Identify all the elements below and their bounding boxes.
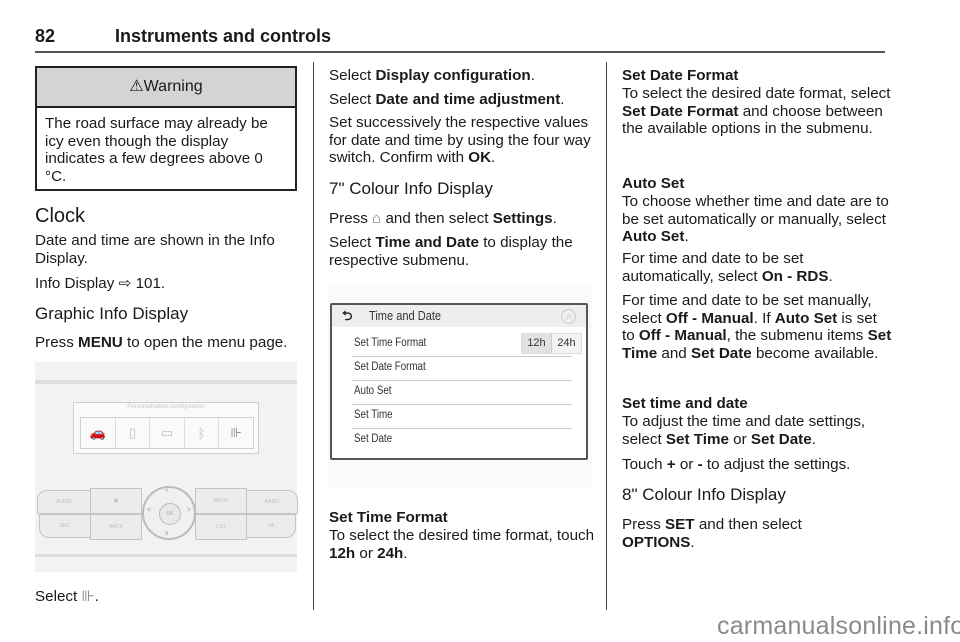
info-display-reference: Info Display ⇨ 101.: [35, 275, 166, 292]
select-date-time-text: Select Date and time adjustment.: [329, 91, 565, 108]
clock-text: Date and time are shown in the Info Disp…: [35, 232, 275, 267]
section-title: Instruments and controls: [115, 26, 332, 46]
format-24h-option: 24h: [552, 334, 581, 353]
set-time-format-heading: Set Time Format: [329, 509, 448, 526]
bluetooth-icon: ᛒ: [185, 418, 220, 448]
menu-row-set-date: Set Date: [354, 433, 393, 445]
warning-header: ⚠Warning: [37, 68, 295, 108]
config-sliders-icon: ⊪: [81, 588, 95, 605]
page-reference-arrow-icon: ⇨: [118, 275, 132, 292]
ok-button: OK: [159, 503, 181, 525]
colour-info-8-heading: 8" Colour Info Display: [622, 485, 786, 504]
left-arrow-icon: <: [147, 507, 152, 514]
panel-screen-title: Personalisation-configuration: [127, 404, 205, 410]
press-menu-text: Press MENU to open the menu page.: [35, 334, 288, 351]
graphic-info-display-illustration: Personalisation-configuration 🚗 ▯ ▭ ᛒ ⊪ …: [35, 362, 298, 572]
config-sliders-icon: ⊪: [230, 425, 242, 440]
auto-rds-text: For time and date to be set automaticall…: [622, 250, 833, 285]
music-icon: ♫: [561, 309, 576, 324]
up-arrow-icon: ^: [165, 489, 169, 496]
back-icon: ⮌: [342, 308, 353, 323]
phone-icon: ▯: [116, 418, 151, 448]
warning-triangle-icon: ⚠: [129, 78, 144, 95]
band-button: BAND: [246, 490, 298, 514]
column-divider: [606, 62, 607, 610]
page-reference-link[interactable]: 101.: [136, 275, 166, 292]
press-set-text: Press SET and then select OPTIONS.: [622, 516, 802, 551]
set-date-format-text: To select the desired date format, selec…: [622, 85, 891, 137]
panel-screen: Personalisation-configuration 🚗 ▯ ▭ ᛒ ⊪: [73, 402, 259, 454]
auto-set-text: To choose whether time and date are to b…: [622, 193, 889, 245]
press-home-text: Press ⌂ and then select Settings.: [329, 210, 557, 227]
set-time-date-heading: Set time and date: [622, 395, 748, 412]
page-header: 82 Instruments and controls: [35, 26, 885, 53]
touch-adjust-text: Touch + or - to adjust the settings.: [622, 456, 851, 473]
watermark: carmanualsonline.info: [717, 612, 960, 640]
audio-button: AUDIO: [37, 490, 91, 514]
select-display-config-text: Select Display configuration.: [329, 67, 535, 84]
media-icon: ▭: [150, 418, 185, 448]
manual-set-text: For time and date to be set manually, se…: [622, 292, 892, 362]
set-values-text: Set successively the respective values f…: [329, 114, 591, 166]
menu-row-set-time-format: Set Time Format 12h 24h: [352, 332, 582, 357]
screen-title: Time and Date: [369, 308, 442, 323]
colour-info-7-heading: 7" Colour Info Display: [329, 179, 493, 198]
screen-header: ⮌ Time and Date ♫: [332, 305, 586, 327]
down-arrow-icon: v: [165, 530, 169, 537]
src-button: SRC: [39, 514, 91, 538]
four-way-switch: ^ < > v OK: [142, 486, 196, 540]
clock-heading: Clock: [35, 205, 86, 227]
right-arrow-icon: >: [186, 507, 191, 514]
screen-frame: ⮌ Time and Date ♫ Set Time Format 12h 24…: [330, 303, 588, 460]
page-number: 82: [35, 26, 56, 46]
menu-row-auto-set: Auto Set: [352, 380, 572, 405]
column-divider: [313, 62, 314, 610]
list-button: LIST: [195, 514, 247, 540]
warning-text: The road surface may already be icy even…: [45, 115, 268, 185]
menu-button: MENU: [195, 488, 247, 514]
warning-box: ⚠Warning The road surface may already be…: [35, 66, 297, 191]
auto-set-heading: Auto Set: [622, 175, 685, 192]
back-button: BACK: [90, 514, 142, 540]
phone-button: ▣: [90, 488, 142, 514]
set-time-date-text: To adjust the time and date settings, se…: [622, 413, 866, 448]
car-settings-icon: 🚗: [81, 418, 116, 448]
format-12h-option: 12h: [522, 334, 552, 353]
select-config-text: Select ⊪.: [35, 588, 99, 605]
time-format-toggle: 12h 24h: [521, 333, 582, 354]
menu-row-set-date-format: Set Date Format: [352, 356, 572, 381]
panel-icon-row: 🚗 ▯ ▭ ᛒ ⊪: [80, 417, 254, 449]
menu-row-set-time: Set Time: [352, 404, 572, 429]
warning-title: Warning: [143, 78, 203, 95]
home-icon: ⌂: [372, 210, 382, 227]
set-time-format-text: To select the desired time format, touch…: [329, 527, 595, 562]
graphic-info-heading: Graphic Info Display: [35, 304, 189, 323]
set-date-format-heading: Set Date Format: [622, 67, 739, 84]
ta-button: TA: [246, 514, 296, 538]
time-and-date-screen-illustration: ⮌ Time and Date ♫ Set Time Format 12h 24…: [328, 283, 592, 489]
select-time-date-text: Select Time and Date to display the resp…: [329, 234, 573, 269]
